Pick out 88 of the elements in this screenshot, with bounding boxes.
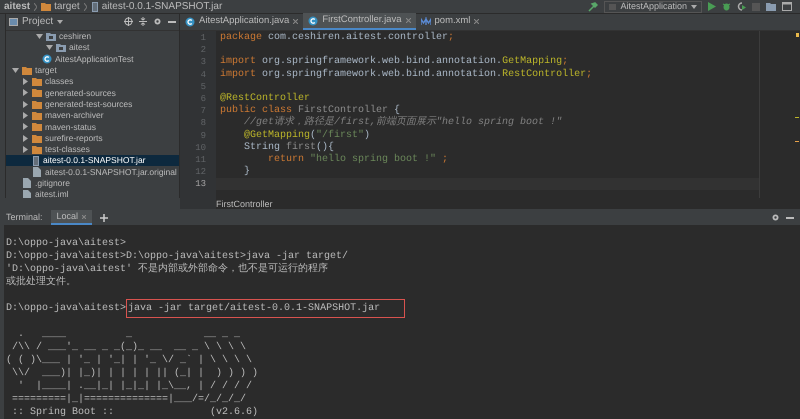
- crosshair-icon[interactable]: [124, 17, 133, 26]
- coverage-icon[interactable]: [737, 2, 746, 11]
- folder-icon: [41, 2, 52, 11]
- code-line: public class FirstController {: [219, 105, 400, 116]
- folder-icon[interactable]: [766, 2, 776, 10]
- code-line: @RestController: [219, 92, 312, 104]
- terminal-line: /\\ / ___'_ __ _ _(_)_ __ __ _ \ \ \ \: [11, 341, 248, 354]
- close-icon[interactable]: [474, 19, 480, 24]
- close-icon[interactable]: [82, 214, 86, 218]
- application-icon: [609, 4, 616, 10]
- code-line: return "hello spring boot !" ;: [267, 154, 450, 166]
- window-icon[interactable]: [782, 2, 792, 11]
- caret-icon: [691, 4, 697, 8]
- hammer-icon[interactable]: [588, 2, 598, 12]
- run-configuration-dropdown[interactable]: AitestApplication: [604, 0, 702, 12]
- editor-tab[interactable]: FirstController.java: [303, 13, 416, 30]
- terminal-tab[interactable]: Local: [50, 210, 92, 225]
- tree-item[interactable]: test-classes: [6, 144, 179, 156]
- code-line: import org.springframework.web.bind.annotation.GetMapping;: [219, 56, 570, 68]
- terminal-title: Terminal:: [6, 210, 43, 224]
- tree-item[interactable]: target: [6, 64, 179, 76]
- tree-item[interactable]: maven-status: [6, 121, 179, 132]
- close-icon[interactable]: [293, 19, 298, 24]
- tree-item[interactable]: aitest-0.0.1-SNAPSHOT.jar: [6, 155, 179, 166]
- terminal-line: 或批处理文件。: [6, 276, 77, 289]
- file-icon: [22, 178, 32, 188]
- code-editor[interactable]: [180, 31, 800, 198]
- tree-item[interactable]: AitestApplicationTest: [6, 53, 179, 65]
- breadcrumb-item[interactable]: target: [54, 0, 80, 14]
- terminal-line: ' |____| .__|_| |_|_| |_\__, | / / / /: [17, 380, 254, 393]
- tree-item[interactable]: classes: [6, 76, 179, 88]
- collapse-icon[interactable]: [139, 17, 147, 26]
- archive-icon: [32, 156, 40, 166]
- tree-item[interactable]: .gitignore: [6, 178, 179, 189]
- maven-icon: [420, 16, 431, 26]
- editor-breadcrumb[interactable]: FirstController: [216, 198, 273, 209]
- code-line: String first(){: [243, 142, 336, 154]
- code-line: import org.springframework.web.bind.annotation.RestController;: [219, 68, 594, 81]
- tree-item[interactable]: aitest-0.0.1-SNAPSHOT.jar.original: [6, 166, 179, 178]
- terminal-line: . ____ _ __ _ _: [17, 328, 242, 341]
- breadcrumb-item[interactable]: aitest-0.0.1-SNAPSHOT.jar: [102, 0, 222, 14]
- class-icon: [42, 54, 52, 64]
- expanded-arrow-icon: [12, 66, 19, 74]
- terminal-line: D:\oppo-java\aitest>D:\oppo-java\aitest>java -jar target/: [6, 250, 350, 262]
- minimize-icon[interactable]: [168, 20, 176, 23]
- add-icon[interactable]: [100, 214, 108, 222]
- editor-tab[interactable]: AitestApplication.java: [180, 13, 304, 30]
- terminal-line: \\/ ___)| |_)| | | | | || (_| | ) ) ) ): [11, 367, 260, 380]
- class-icon: [185, 16, 195, 26]
- code-line: package com.ceshiren.aitest.controller;: [219, 32, 456, 44]
- tree-item[interactable]: aitest: [6, 42, 179, 54]
- close-icon[interactable]: [406, 18, 411, 23]
- chevron-icon: [84, 2, 87, 10]
- terminal-line: =========|_|==============|___/=/_/_/_/: [11, 393, 248, 406]
- package-icon: [56, 43, 66, 52]
- tree-item[interactable]: generated-sources: [6, 87, 179, 99]
- tree-item[interactable]: generated-test-sources: [6, 98, 179, 110]
- chevron-icon: [34, 2, 38, 10]
- error-stripe-marker: [795, 141, 799, 142]
- bug-icon[interactable]: [722, 2, 731, 11]
- terminal-line: 'D:\oppo-java\aitest' 不是内部或外部命令，也不是可运行的程序: [6, 263, 330, 276]
- terminal-line: ( ( )\___ | '_ | '_| | '_ \/ _` | \ \ \ \: [6, 354, 254, 367]
- settings-icon[interactable]: [771, 213, 780, 222]
- run-icon[interactable]: [708, 2, 716, 11]
- project-view-selector[interactable]: Project: [22, 14, 54, 30]
- panel-icon: [9, 18, 18, 26]
- terminal-line: :: Spring Boot :: (v2.6.6): [11, 406, 260, 419]
- file-icon: [32, 166, 42, 177]
- terminal-line: D:\oppo-java\aitest>: [6, 237, 128, 250]
- error-stripe-marker: [795, 117, 799, 118]
- minimize-icon[interactable]: [786, 216, 794, 218]
- code-line: //get请求，路径是/first,前端页面展示"hello spring boot !": [243, 117, 564, 130]
- terminal-command: java -jar target/aitest-0.0.1-SNAPSHOT.jar: [126, 299, 406, 318]
- terminal-prompt: D:\oppo-java\aitest>: [6, 302, 126, 315]
- line-number: 13: [194, 178, 207, 190]
- tree-item[interactable]: aitest.iml: [6, 188, 179, 198]
- code-line: }: [243, 166, 252, 178]
- package-icon: [46, 32, 56, 41]
- code-line: @GetMapping("/first"): [243, 130, 372, 142]
- settings-icon[interactable]: [153, 17, 162, 26]
- breadcrumb-item[interactable]: aitest: [4, 0, 30, 14]
- caret-icon: [57, 20, 64, 24]
- tree-item[interactable]: ceshiren: [6, 30, 179, 42]
- tree-item[interactable]: surefire-reports: [6, 132, 179, 144]
- class-icon: [308, 16, 318, 26]
- editor-tab[interactable]: pom.xml: [416, 13, 484, 30]
- tree-item[interactable]: maven-archiver: [6, 110, 179, 122]
- warning-marker: [796, 33, 799, 37]
